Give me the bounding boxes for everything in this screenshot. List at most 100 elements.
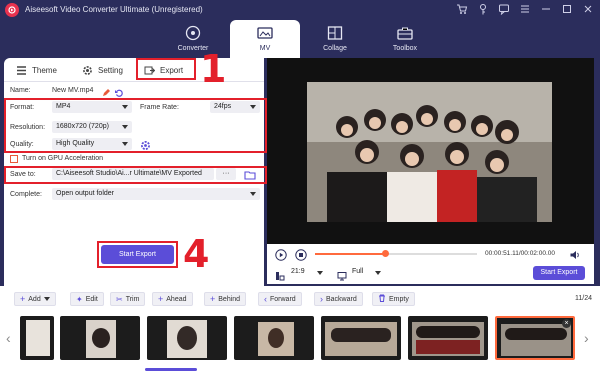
gpu-label: Turn on GPU Acceleration bbox=[22, 155, 104, 162]
scroll-right-icon[interactable]: › bbox=[584, 330, 589, 346]
clip-thumbnail[interactable] bbox=[20, 316, 54, 360]
behind-label: Behind bbox=[218, 295, 241, 303]
scroll-left-icon[interactable]: ‹ bbox=[6, 330, 11, 346]
clip-count: 11/24 bbox=[575, 295, 592, 302]
clip-thumbnail[interactable] bbox=[321, 316, 401, 360]
ahead-button[interactable]: + Ahead bbox=[152, 292, 193, 306]
format-select[interactable]: MP4 bbox=[52, 101, 132, 113]
player-controls: 00:00:51.11/00:02:00.00 21:9 Full Start … bbox=[267, 244, 594, 284]
resolution-select[interactable]: 1680x720 (720p) bbox=[52, 121, 132, 133]
name-value: New MV.mp4 bbox=[52, 87, 94, 94]
behind-button[interactable]: + Behind bbox=[204, 292, 247, 306]
nav-toolbox[interactable]: Toolbox bbox=[370, 20, 440, 58]
empty-button[interactable]: Empty bbox=[372, 292, 415, 306]
app-logo-icon bbox=[5, 3, 19, 17]
complete-select[interactable]: Open output folder bbox=[52, 188, 260, 200]
format-value: MP4 bbox=[56, 103, 71, 110]
clip-thumbnail[interactable] bbox=[147, 316, 227, 360]
nav-toolbox-label: Toolbox bbox=[392, 45, 418, 52]
add-button[interactable]: + Add bbox=[14, 292, 56, 306]
key-icon[interactable] bbox=[477, 3, 489, 15]
stop-icon[interactable] bbox=[295, 248, 307, 266]
empty-label: Empty bbox=[389, 295, 409, 303]
trim-button[interactable]: ✂ Trim bbox=[110, 292, 146, 306]
magic-wand-icon: ✦ bbox=[76, 294, 83, 304]
collage-icon bbox=[326, 24, 344, 42]
minimize-icon[interactable] bbox=[540, 3, 552, 15]
complete-label: Complete: bbox=[10, 191, 42, 198]
start-export-button[interactable]: Start Export bbox=[101, 245, 174, 264]
chevron-right-icon: › bbox=[320, 294, 323, 304]
quality-value: High Quality bbox=[56, 140, 95, 147]
clip-thumbnail-selected[interactable]: × bbox=[495, 316, 575, 360]
volume-icon[interactable] bbox=[569, 248, 581, 266]
title-bar: Aiseesoft Video Converter Ultimate (Unre… bbox=[0, 0, 600, 20]
feedback-icon[interactable] bbox=[498, 3, 510, 16]
tab-setting[interactable]: Setting bbox=[82, 63, 123, 77]
tab-theme[interactable]: Theme bbox=[16, 63, 57, 77]
preview-photo bbox=[307, 82, 552, 222]
framerate-select[interactable]: 24fps bbox=[210, 101, 260, 113]
clip-thumbnail[interactable] bbox=[234, 316, 314, 360]
resolution-value: 1680x720 (720p) bbox=[56, 123, 109, 130]
timeline: + Add ✦ Edit ✂ Trim + Ahead + Behind ‹ Forward… bbox=[0, 286, 600, 378]
gpu-checkbox[interactable] bbox=[10, 155, 18, 163]
maximize-icon[interactable] bbox=[561, 3, 573, 15]
trim-label: Trim bbox=[125, 295, 140, 303]
saveto-label: Save to: bbox=[10, 171, 36, 178]
clip-thumbnail[interactable] bbox=[408, 316, 488, 360]
quality-select[interactable]: High Quality bbox=[52, 138, 132, 150]
progress-fill bbox=[315, 253, 385, 255]
tab-theme-label: Theme bbox=[32, 65, 57, 75]
remove-clip-icon[interactable]: × bbox=[562, 319, 571, 328]
framerate-label: Frame Rate: bbox=[140, 104, 179, 111]
view-mode-value[interactable]: Full bbox=[352, 268, 363, 275]
backward-button[interactable]: › Backward bbox=[314, 292, 363, 306]
format-label: Format: bbox=[10, 104, 35, 111]
play-icon[interactable] bbox=[275, 248, 287, 266]
saveto-more-button[interactable]: ··· bbox=[216, 168, 236, 180]
annotation-number-4: 4 bbox=[183, 232, 210, 276]
chevron-down-icon bbox=[122, 105, 128, 109]
annotation-box-1 bbox=[136, 58, 196, 80]
menu-icon[interactable] bbox=[519, 3, 531, 15]
chevron-down-icon[interactable] bbox=[317, 271, 323, 275]
nav-mv-label: MV bbox=[259, 45, 271, 52]
clip-thumbnail[interactable] bbox=[60, 316, 140, 360]
nav-collage-label: Collage bbox=[323, 45, 347, 52]
app-window: Aiseesoft Video Converter Ultimate (Unre… bbox=[0, 0, 600, 378]
resolution-label: Resolution: bbox=[10, 124, 46, 131]
window-title: Aiseesoft Video Converter Ultimate (Unre… bbox=[25, 5, 203, 14]
theme-icon bbox=[16, 65, 27, 76]
saveto-value: C:\Aiseesoft Studio\Ai...r Ultimate\MV E… bbox=[56, 170, 202, 177]
annotation-number-1: 1 bbox=[200, 47, 227, 91]
chevron-down-icon bbox=[122, 125, 128, 129]
saveto-path[interactable]: C:\Aiseesoft Studio\Ai...r Ultimate\MV E… bbox=[52, 168, 214, 180]
nav-collage[interactable]: Collage bbox=[300, 20, 370, 58]
nav-mv[interactable]: MV bbox=[230, 20, 300, 58]
cart-icon[interactable] bbox=[456, 3, 468, 15]
chevron-down-icon bbox=[43, 297, 50, 301]
preview-start-export-button[interactable]: Start Export bbox=[533, 266, 585, 280]
timeline-scrollbar[interactable] bbox=[145, 368, 197, 371]
edit-button[interactable]: ✦ Edit bbox=[70, 292, 104, 306]
plus-icon: + bbox=[210, 294, 216, 304]
monitor-icon bbox=[337, 268, 347, 286]
converter-icon bbox=[184, 24, 202, 42]
forward-button[interactable]: ‹ Forward bbox=[258, 292, 302, 306]
chevron-down-icon bbox=[250, 105, 256, 109]
chevron-down-icon bbox=[122, 142, 128, 146]
trash-icon bbox=[378, 294, 386, 304]
aspect-ratio-value[interactable]: 21:9 bbox=[291, 268, 305, 275]
folder-icon[interactable] bbox=[244, 168, 256, 186]
chevron-left-icon: ‹ bbox=[264, 294, 267, 304]
backward-label: Backward bbox=[326, 295, 357, 303]
gear-icon bbox=[82, 65, 93, 76]
chevron-down-icon[interactable] bbox=[375, 271, 381, 275]
settings-gear-icon[interactable] bbox=[140, 138, 151, 156]
progress-track[interactable] bbox=[315, 250, 477, 257]
quality-label: Quality: bbox=[10, 141, 34, 148]
mv-icon bbox=[256, 24, 274, 42]
close-icon[interactable] bbox=[582, 3, 594, 15]
progress-handle[interactable] bbox=[381, 250, 389, 257]
